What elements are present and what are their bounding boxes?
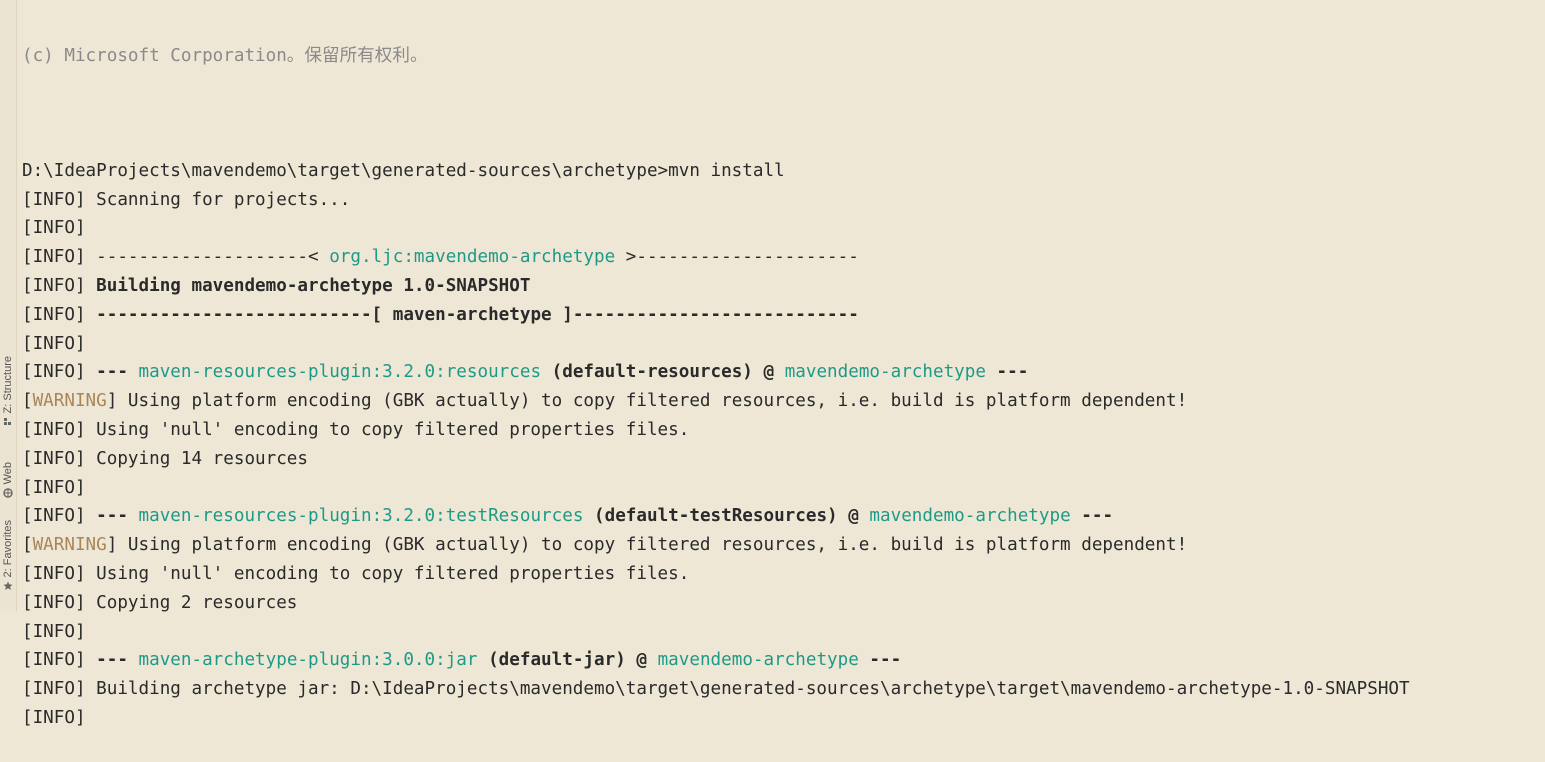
highlighted-text: mavendemo-archetype xyxy=(869,506,1071,527)
structure-tab[interactable]: Z: Structure xyxy=(0,330,16,430)
console-text: [INFO] --------------------< xyxy=(22,247,330,268)
globe-icon xyxy=(3,488,13,501)
console-text: [INFO] Building archetype jar: D:\IdeaPr… xyxy=(22,679,1410,700)
console-text: [INFO] xyxy=(22,477,86,498)
console-line: [INFO] xyxy=(22,704,1545,733)
web-tab[interactable]: Web xyxy=(0,445,16,501)
console-text: ] Using platform encoding (GBK actually)… xyxy=(106,535,1188,556)
console-line: [INFO] Copying 2 resources xyxy=(22,589,1545,618)
favorites-tab[interactable]: 2: Favorites xyxy=(0,520,16,611)
console-text: --- xyxy=(858,650,902,671)
console-line: [INFO] --- maven-archetype-plugin:3.0.0:… xyxy=(22,646,1545,675)
console-text: [INFO] xyxy=(22,362,97,383)
highlighted-text: maven-resources-plugin:3.2.0:testResourc… xyxy=(138,506,584,527)
console-text: maven-archetype xyxy=(392,304,552,325)
console-text: (default-resources) xyxy=(541,362,753,383)
console-line: [INFO] xyxy=(22,214,1545,243)
console-text: --- xyxy=(985,362,1029,383)
star-icon xyxy=(3,581,13,594)
console-text: @ xyxy=(625,650,658,671)
highlighted-text: maven-resources-plugin:3.2.0:resources xyxy=(138,362,542,383)
console-text: [INFO] xyxy=(22,621,86,642)
console-text: [INFO] Scanning for projects... xyxy=(22,189,351,210)
console-text: @ xyxy=(837,506,870,527)
console-text: --------------------------[ xyxy=(96,304,393,325)
console-text: [INFO] xyxy=(22,650,97,671)
console-text: (default-jar) xyxy=(477,650,626,671)
terminal-output[interactable]: (c) Microsoft Corporation。保留所有权利。 D:\Ide… xyxy=(22,0,1545,728)
console-text: --- xyxy=(96,650,139,671)
console-line: D:\IdeaProjects\mavendemo\target\generat… xyxy=(22,157,1545,186)
console-text: --- xyxy=(1070,506,1114,527)
console-text: [INFO] Using 'null' encoding to copy fil… xyxy=(22,563,690,584)
warning-tag: WARNING xyxy=(32,535,107,556)
console-line: [INFO] Using 'null' encoding to copy fil… xyxy=(22,560,1545,589)
console-text: [INFO] xyxy=(22,218,86,239)
console-line: [INFO] --- maven-resources-plugin:3.2.0:… xyxy=(22,358,1545,387)
console-text: ] Using platform encoding (GBK actually)… xyxy=(106,391,1188,412)
copyright-line: (c) Microsoft Corporation。保留所有权利。 xyxy=(22,45,428,66)
console-text: @ xyxy=(752,362,785,383)
console-text: [INFO] xyxy=(22,275,97,296)
console-line: [WARNING] Using platform encoding (GBK a… xyxy=(22,531,1545,560)
structure-tab-label: Z: Structure xyxy=(2,355,14,413)
highlighted-text: org.ljc:mavendemo-archetype xyxy=(329,247,616,268)
console-text: [INFO] Copying 2 resources xyxy=(22,592,298,613)
console-text: [ xyxy=(22,391,33,412)
console-line: [INFO] xyxy=(22,330,1545,359)
console-text: --- xyxy=(96,362,139,383)
highlighted-text: mavendemo-archetype xyxy=(784,362,986,383)
console-text: [INFO] Using 'null' encoding to copy fil… xyxy=(22,419,690,440)
console-line: [INFO] Building archetype jar: D:\IdeaPr… xyxy=(22,675,1545,704)
console-text: [INFO] xyxy=(22,707,86,728)
console-text: ]--------------------------- xyxy=(551,304,859,325)
console-text: [INFO] xyxy=(22,506,97,527)
console-text: D:\IdeaProjects\mavendemo\target\generat… xyxy=(22,160,785,181)
console-text: [INFO] xyxy=(22,304,97,325)
console-line: [INFO] Copying 14 resources xyxy=(22,445,1545,474)
console-line: [INFO] xyxy=(22,618,1545,647)
console-text: [INFO] xyxy=(22,333,86,354)
web-tab-label: Web xyxy=(2,461,14,484)
console-line: [INFO] --------------------------[ maven… xyxy=(22,301,1545,330)
console-text: >--------------------- xyxy=(615,247,859,268)
console-text: Building mavendemo-archetype 1.0-SNAPSHO… xyxy=(96,275,531,296)
console-line: [INFO] --------------------< org.ljc:mav… xyxy=(22,243,1545,272)
console-text: [ xyxy=(22,535,33,556)
console-line: [INFO] Using 'null' encoding to copy fil… xyxy=(22,416,1545,445)
console-line: [INFO] --- maven-resources-plugin:3.2.0:… xyxy=(22,502,1545,531)
highlighted-text: maven-archetype-plugin:3.0.0:jar xyxy=(138,650,478,671)
favorites-tab-label: 2: Favorites xyxy=(2,520,14,578)
warning-tag: WARNING xyxy=(32,391,107,412)
highlighted-text: mavendemo-archetype xyxy=(657,650,859,671)
console-text: (default-testResources) xyxy=(583,506,838,527)
console-text: --- xyxy=(96,506,139,527)
console-line: [INFO] Scanning for projects... xyxy=(22,186,1545,215)
console-text: [INFO] Copying 14 resources xyxy=(22,448,308,469)
structure-icon xyxy=(3,417,13,430)
console-line: [WARNING] Using platform encoding (GBK a… xyxy=(22,387,1545,416)
console-line: [INFO] xyxy=(22,474,1545,503)
console-line: [INFO] Building mavendemo-archetype 1.0-… xyxy=(22,272,1545,301)
tool-window-sidebar: Z: Structure Web 2: Favorites xyxy=(0,0,17,611)
